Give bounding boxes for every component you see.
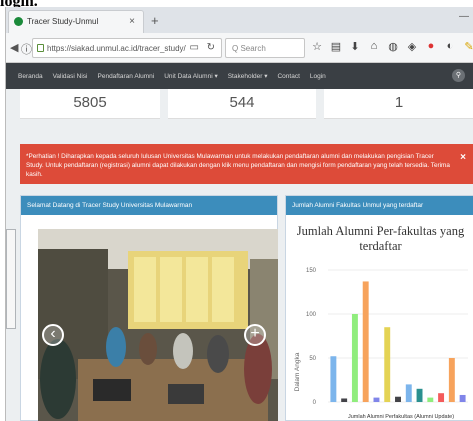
chart-bar[interactable] — [438, 393, 445, 402]
chart-bar[interactable] — [448, 358, 455, 402]
reload-icon[interactable]: ↻ — [207, 42, 215, 53]
stat-registered: 544 — [168, 89, 316, 119]
stat-total-alumni: 5805 — [20, 89, 160, 119]
menu-item-contact[interactable]: Contact — [277, 73, 299, 80]
shield-icon[interactable]: ◈ — [406, 40, 418, 54]
navigation-toolbar: ◀ ⓘ https://siakad.unmul.ac.id/tracer_st… — [6, 33, 473, 63]
addon-icon[interactable]: ● — [425, 40, 437, 54]
y-tick-label: 100 — [306, 312, 317, 318]
chart-panel: Jumlah Alumni Fakultas Unmul yang terdaf… — [285, 195, 473, 421]
chart-bar[interactable] — [416, 388, 423, 402]
reader-view-icon[interactable]: ▭ — [190, 42, 199, 53]
home-icon[interactable]: ⌂ — [368, 40, 380, 54]
meeting-photo-image — [38, 229, 278, 421]
chart-title: Jumlah Alumni Per-fakultas yang terdafta… — [296, 224, 465, 253]
chart-bar[interactable] — [341, 398, 348, 402]
menu-item-beranda[interactable]: Beranda — [18, 73, 43, 80]
back-icon[interactable]: ◀ — [10, 41, 18, 54]
bookmark-star-icon[interactable]: ☆ — [311, 40, 323, 54]
browser-tab[interactable]: Tracer Study-Unmul × — [8, 10, 144, 33]
browser-window: Tracer Study-Unmul × + — ◀ ⓘ https://sia… — [5, 7, 473, 421]
toolbar-icons: ☆ ▤ ⬇ ⌂ ◍ ◈ ● ◐ ✎ ≡ — [311, 40, 473, 54]
site-menu: Beranda Validasi Nisi Pendaftaran Alumni… — [6, 63, 473, 89]
chart-bar[interactable] — [373, 397, 380, 402]
library-icon[interactable]: ▤ — [330, 40, 342, 54]
stat-stakeholder: 1 — [324, 89, 473, 119]
chart-bar[interactable] — [459, 394, 466, 402]
chart-bar[interactable] — [384, 327, 391, 402]
identity-icon[interactable]: ⓘ — [21, 41, 32, 57]
url-text: https://siakad.unmul.ac.id/tracer_study/ — [47, 44, 186, 53]
site-search-icon[interactable]: ⚲ — [452, 69, 465, 82]
y-tick-label: 50 — [309, 356, 316, 362]
lock-icon — [37, 44, 44, 52]
search-input[interactable]: Q Search — [225, 38, 305, 58]
carousel-next-button[interactable]: + — [244, 324, 266, 346]
site-favicon-icon — [14, 17, 23, 26]
address-bar[interactable]: https://siakad.unmul.ac.id/tracer_study/… — [32, 38, 222, 58]
chart-bar[interactable] — [405, 384, 412, 402]
alert-close-icon[interactable]: × — [460, 153, 466, 163]
alumni-bar-chart: Dalam Angka Jumlah Alumni Perfakultas (A… — [294, 268, 468, 420]
tab-close-icon[interactable]: × — [129, 16, 135, 27]
notice-alert: *Perhatian ! Diharapkan kepada seluruh l… — [20, 144, 473, 184]
new-tab-button[interactable]: + — [151, 13, 159, 28]
chart-ylabel: Dalam Angka — [294, 352, 301, 391]
tab-title: Tracer Study-Unmul — [27, 17, 99, 26]
minimize-window-icon[interactable]: — — [459, 11, 469, 22]
chart-bar[interactable] — [351, 314, 358, 402]
side-scroll-handle[interactable] — [6, 229, 16, 329]
gallery-photo: ‹ + — [38, 229, 278, 421]
chart-xlabel: Jumlah Alumni Perfakultas (Alumni Update… — [348, 414, 454, 420]
carousel-prev-button[interactable]: ‹ — [42, 324, 64, 346]
menu-item-login[interactable]: Login — [310, 73, 326, 80]
menu-item-stakeholder[interactable]: Stakeholder ▾ — [228, 72, 268, 80]
chart-bar[interactable] — [362, 281, 369, 402]
chart-bar[interactable] — [395, 396, 401, 402]
chart-bar[interactable] — [427, 397, 434, 402]
pencil-icon[interactable]: ✎ — [463, 40, 473, 54]
menu-item-unit-data[interactable]: Unit Data Alumni ▾ — [164, 72, 217, 80]
main-content: 5805 544 1 *Perhatian ! Diharapkan kepad… — [6, 89, 473, 421]
downloads-icon[interactable]: ⬇ — [349, 40, 361, 54]
chart-bar[interactable] — [330, 356, 337, 402]
y-tick-label: 0 — [313, 400, 317, 406]
tab-bar: Tracer Study-Unmul × + — — [6, 7, 473, 33]
stats-row: 5805 544 1 — [6, 89, 473, 121]
extension-icon[interactable]: ◐ — [444, 40, 456, 54]
y-tick-label: 150 — [306, 268, 317, 274]
menu-item-pendaftaran[interactable]: Pendaftaran Alumni — [98, 73, 155, 80]
pocket-icon[interactable]: ◍ — [387, 40, 399, 54]
chart-panel-title: Jumlah Alumni Fakultas Unmul yang terdaf… — [286, 196, 473, 215]
welcome-panel-title: Selamat Datang di Tracer Study Universit… — [21, 196, 277, 215]
alert-text: *Perhatian ! Diharapkan kepada seluruh l… — [26, 153, 450, 178]
menu-item-validasi[interactable]: Validasi Nisi — [53, 73, 88, 80]
